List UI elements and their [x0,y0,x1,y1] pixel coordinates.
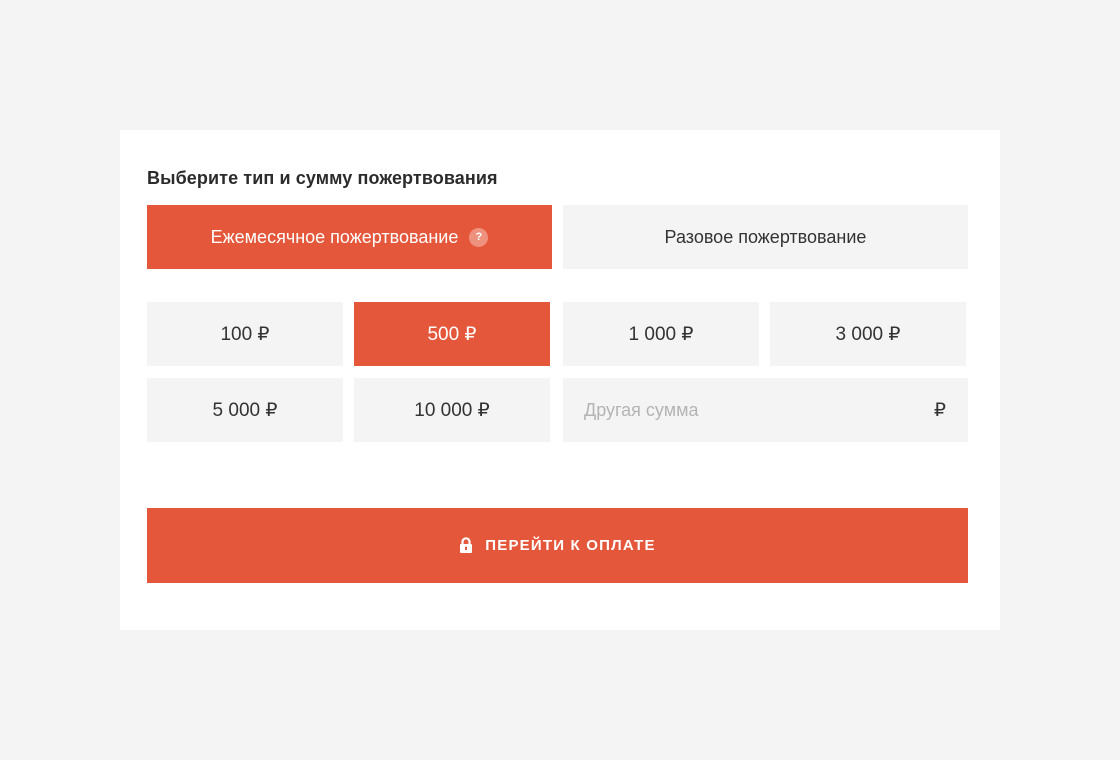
donation-card: Выберите тип и сумму пожертвования Ежеме… [120,130,1000,630]
other-amount-field: ₽ [563,378,968,442]
currency-suffix: ₽ [933,399,946,421]
amount-label: 5 000 ₽ [212,399,278,421]
amount-label: 3 000 ₽ [835,323,901,345]
tab-one-time-label: Разовое пожертвование [664,226,867,247]
other-amount-input[interactable] [563,378,934,442]
amount-option-100[interactable]: 100 ₽ [147,302,343,366]
amount-option-1000[interactable]: 1 000 ₽ [563,302,759,366]
lock-icon [460,536,473,553]
amount-label: 10 000 ₽ [414,399,490,421]
amount-option-5000[interactable]: 5 000 ₽ [147,378,343,442]
tab-monthly-label: Ежемесячное пожертвование [210,226,459,247]
amount-option-3000[interactable]: 3 000 ₽ [770,302,966,366]
form-title: Выберите тип и сумму пожертвования [147,168,498,188]
pay-button-label: ПЕРЕЙТИ К ОПЛАТЕ [485,537,656,554]
tab-one-time-donation[interactable]: Разовое пожертвование [563,205,968,269]
amount-label: 1 000 ₽ [628,323,694,345]
amount-option-500[interactable]: 500 ₽ [354,302,550,366]
amount-label: 500 ₽ [427,323,477,345]
question-icon[interactable]: ? [469,227,489,247]
amount-label: 100 ₽ [220,323,270,345]
amount-option-10000[interactable]: 10 000 ₽ [354,378,550,442]
tab-monthly-donation[interactable]: Ежемесячное пожертвование ? [147,205,552,269]
proceed-to-payment-button[interactable]: ПЕРЕЙТИ К ОПЛАТЕ [147,508,968,583]
